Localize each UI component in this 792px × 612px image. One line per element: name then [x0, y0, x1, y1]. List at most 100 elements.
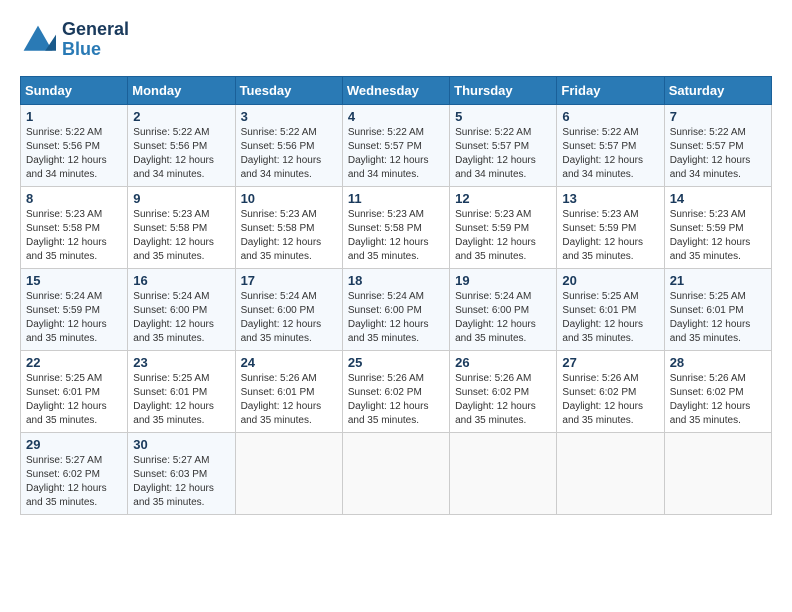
day-number: 13 — [562, 191, 658, 206]
calendar-cell: 19 Sunrise: 5:24 AM Sunset: 6:00 PM Dayl… — [450, 268, 557, 350]
cell-info: Sunrise: 5:22 AM Sunset: 5:57 PM Dayligh… — [670, 126, 766, 182]
cell-info: Sunrise: 5:25 AM Sunset: 6:01 PM Dayligh… — [562, 290, 658, 346]
header-row: Sunday Monday Tuesday Wednesday Thursday… — [21, 76, 772, 104]
day-number: 27 — [562, 355, 658, 370]
calendar-cell: 5 Sunrise: 5:22 AM Sunset: 5:57 PM Dayli… — [450, 104, 557, 186]
cell-info: Sunrise: 5:22 AM Sunset: 5:57 PM Dayligh… — [348, 126, 444, 182]
calendar-cell — [664, 432, 771, 514]
cell-info: Sunrise: 5:23 AM Sunset: 5:59 PM Dayligh… — [562, 208, 658, 264]
calendar-cell: 17 Sunrise: 5:24 AM Sunset: 6:00 PM Dayl… — [235, 268, 342, 350]
calendar-week-row: 8 Sunrise: 5:23 AM Sunset: 5:58 PM Dayli… — [21, 186, 772, 268]
calendar-table: Sunday Monday Tuesday Wednesday Thursday… — [20, 76, 772, 515]
calendar-week-row: 29 Sunrise: 5:27 AM Sunset: 6:02 PM Dayl… — [21, 432, 772, 514]
calendar-cell: 8 Sunrise: 5:23 AM Sunset: 5:58 PM Dayli… — [21, 186, 128, 268]
calendar-cell: 6 Sunrise: 5:22 AM Sunset: 5:57 PM Dayli… — [557, 104, 664, 186]
cell-info: Sunrise: 5:27 AM Sunset: 6:02 PM Dayligh… — [26, 454, 122, 510]
day-number: 4 — [348, 109, 444, 124]
calendar-cell: 22 Sunrise: 5:25 AM Sunset: 6:01 PM Dayl… — [21, 350, 128, 432]
cell-info: Sunrise: 5:25 AM Sunset: 6:01 PM Dayligh… — [670, 290, 766, 346]
logo: General Blue — [20, 20, 129, 60]
calendar-cell: 21 Sunrise: 5:25 AM Sunset: 6:01 PM Dayl… — [664, 268, 771, 350]
calendar-week-row: 15 Sunrise: 5:24 AM Sunset: 5:59 PM Dayl… — [21, 268, 772, 350]
calendar-cell: 23 Sunrise: 5:25 AM Sunset: 6:01 PM Dayl… — [128, 350, 235, 432]
calendar-cell: 16 Sunrise: 5:24 AM Sunset: 6:00 PM Dayl… — [128, 268, 235, 350]
cell-info: Sunrise: 5:23 AM Sunset: 5:58 PM Dayligh… — [348, 208, 444, 264]
calendar-cell: 2 Sunrise: 5:22 AM Sunset: 5:56 PM Dayli… — [128, 104, 235, 186]
day-number: 14 — [670, 191, 766, 206]
calendar-cell: 13 Sunrise: 5:23 AM Sunset: 5:59 PM Dayl… — [557, 186, 664, 268]
col-friday: Friday — [557, 76, 664, 104]
cell-info: Sunrise: 5:27 AM Sunset: 6:03 PM Dayligh… — [133, 454, 229, 510]
cell-info: Sunrise: 5:22 AM Sunset: 5:56 PM Dayligh… — [133, 126, 229, 182]
day-number: 18 — [348, 273, 444, 288]
day-number: 12 — [455, 191, 551, 206]
calendar-cell: 18 Sunrise: 5:24 AM Sunset: 6:00 PM Dayl… — [342, 268, 449, 350]
cell-info: Sunrise: 5:22 AM Sunset: 5:57 PM Dayligh… — [562, 126, 658, 182]
calendar-cell: 27 Sunrise: 5:26 AM Sunset: 6:02 PM Dayl… — [557, 350, 664, 432]
cell-info: Sunrise: 5:22 AM Sunset: 5:57 PM Dayligh… — [455, 126, 551, 182]
day-number: 11 — [348, 191, 444, 206]
day-number: 26 — [455, 355, 551, 370]
cell-info: Sunrise: 5:26 AM Sunset: 6:02 PM Dayligh… — [562, 372, 658, 428]
calendar-week-row: 22 Sunrise: 5:25 AM Sunset: 6:01 PM Dayl… — [21, 350, 772, 432]
day-number: 25 — [348, 355, 444, 370]
cell-info: Sunrise: 5:23 AM Sunset: 5:58 PM Dayligh… — [133, 208, 229, 264]
day-number: 8 — [26, 191, 122, 206]
col-wednesday: Wednesday — [342, 76, 449, 104]
calendar-cell: 1 Sunrise: 5:22 AM Sunset: 5:56 PM Dayli… — [21, 104, 128, 186]
logo-text: General Blue — [62, 20, 129, 60]
cell-info: Sunrise: 5:23 AM Sunset: 5:59 PM Dayligh… — [455, 208, 551, 264]
calendar-cell: 25 Sunrise: 5:26 AM Sunset: 6:02 PM Dayl… — [342, 350, 449, 432]
day-number: 10 — [241, 191, 337, 206]
calendar-cell: 26 Sunrise: 5:26 AM Sunset: 6:02 PM Dayl… — [450, 350, 557, 432]
calendar-cell: 7 Sunrise: 5:22 AM Sunset: 5:57 PM Dayli… — [664, 104, 771, 186]
day-number: 5 — [455, 109, 551, 124]
day-number: 30 — [133, 437, 229, 452]
calendar-cell: 3 Sunrise: 5:22 AM Sunset: 5:56 PM Dayli… — [235, 104, 342, 186]
day-number: 9 — [133, 191, 229, 206]
col-sunday: Sunday — [21, 76, 128, 104]
col-tuesday: Tuesday — [235, 76, 342, 104]
cell-info: Sunrise: 5:23 AM Sunset: 5:58 PM Dayligh… — [26, 208, 122, 264]
calendar-cell: 9 Sunrise: 5:23 AM Sunset: 5:58 PM Dayli… — [128, 186, 235, 268]
cell-info: Sunrise: 5:24 AM Sunset: 6:00 PM Dayligh… — [133, 290, 229, 346]
day-number: 16 — [133, 273, 229, 288]
cell-info: Sunrise: 5:25 AM Sunset: 6:01 PM Dayligh… — [26, 372, 122, 428]
cell-info: Sunrise: 5:23 AM Sunset: 5:58 PM Dayligh… — [241, 208, 337, 264]
cell-info: Sunrise: 5:26 AM Sunset: 6:02 PM Dayligh… — [348, 372, 444, 428]
calendar-cell: 28 Sunrise: 5:26 AM Sunset: 6:02 PM Dayl… — [664, 350, 771, 432]
cell-info: Sunrise: 5:22 AM Sunset: 5:56 PM Dayligh… — [26, 126, 122, 182]
cell-info: Sunrise: 5:24 AM Sunset: 5:59 PM Dayligh… — [26, 290, 122, 346]
day-number: 6 — [562, 109, 658, 124]
cell-info: Sunrise: 5:26 AM Sunset: 6:02 PM Dayligh… — [670, 372, 766, 428]
cell-info: Sunrise: 5:26 AM Sunset: 6:02 PM Dayligh… — [455, 372, 551, 428]
calendar-cell: 4 Sunrise: 5:22 AM Sunset: 5:57 PM Dayli… — [342, 104, 449, 186]
calendar-cell: 11 Sunrise: 5:23 AM Sunset: 5:58 PM Dayl… — [342, 186, 449, 268]
col-saturday: Saturday — [664, 76, 771, 104]
day-number: 17 — [241, 273, 337, 288]
col-thursday: Thursday — [450, 76, 557, 104]
cell-info: Sunrise: 5:24 AM Sunset: 6:00 PM Dayligh… — [241, 290, 337, 346]
day-number: 3 — [241, 109, 337, 124]
calendar-week-row: 1 Sunrise: 5:22 AM Sunset: 5:56 PM Dayli… — [21, 104, 772, 186]
calendar-cell — [450, 432, 557, 514]
day-number: 29 — [26, 437, 122, 452]
calendar-cell — [235, 432, 342, 514]
day-number: 24 — [241, 355, 337, 370]
day-number: 7 — [670, 109, 766, 124]
calendar-header: Sunday Monday Tuesday Wednesday Thursday… — [21, 76, 772, 104]
day-number: 1 — [26, 109, 122, 124]
cell-info: Sunrise: 5:24 AM Sunset: 6:00 PM Dayligh… — [455, 290, 551, 346]
calendar-body: 1 Sunrise: 5:22 AM Sunset: 5:56 PM Dayli… — [21, 104, 772, 514]
logo-icon — [20, 22, 56, 58]
day-number: 19 — [455, 273, 551, 288]
day-number: 21 — [670, 273, 766, 288]
calendar-cell: 15 Sunrise: 5:24 AM Sunset: 5:59 PM Dayl… — [21, 268, 128, 350]
cell-info: Sunrise: 5:24 AM Sunset: 6:00 PM Dayligh… — [348, 290, 444, 346]
calendar-cell: 24 Sunrise: 5:26 AM Sunset: 6:01 PM Dayl… — [235, 350, 342, 432]
calendar-cell: 20 Sunrise: 5:25 AM Sunset: 6:01 PM Dayl… — [557, 268, 664, 350]
calendar-cell — [342, 432, 449, 514]
col-monday: Monday — [128, 76, 235, 104]
calendar-cell — [557, 432, 664, 514]
cell-info: Sunrise: 5:22 AM Sunset: 5:56 PM Dayligh… — [241, 126, 337, 182]
